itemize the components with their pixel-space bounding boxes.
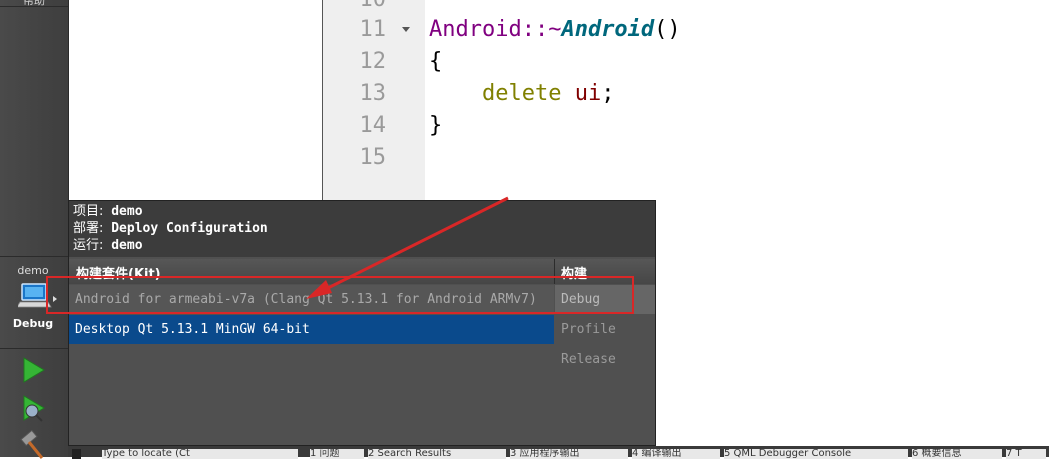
tab-general-messages[interactable]: 6 概要信息 [912, 449, 1002, 459]
tab-compile-output[interactable]: 4 编译输出 [632, 449, 720, 459]
toggle-sidebar-icon[interactable] [72, 449, 81, 459]
tab-issues[interactable]: 1 问题 [310, 449, 364, 459]
locator-search-input[interactable]: Type to locate (Ct [102, 449, 298, 459]
tab-search-results[interactable]: 2 Search Results [368, 449, 506, 459]
tab-qml-debugger-console[interactable]: 5 QML Debugger Console [724, 449, 908, 459]
output-pane-bar: Type to locate (Ct 1 问题 2 Search Results… [68, 446, 1049, 459]
tab-application-output[interactable]: 3 应用程序输出 [510, 449, 628, 459]
tab-more[interactable]: 7 T [1006, 449, 1046, 459]
annotation-arrow [306, 196, 509, 299]
